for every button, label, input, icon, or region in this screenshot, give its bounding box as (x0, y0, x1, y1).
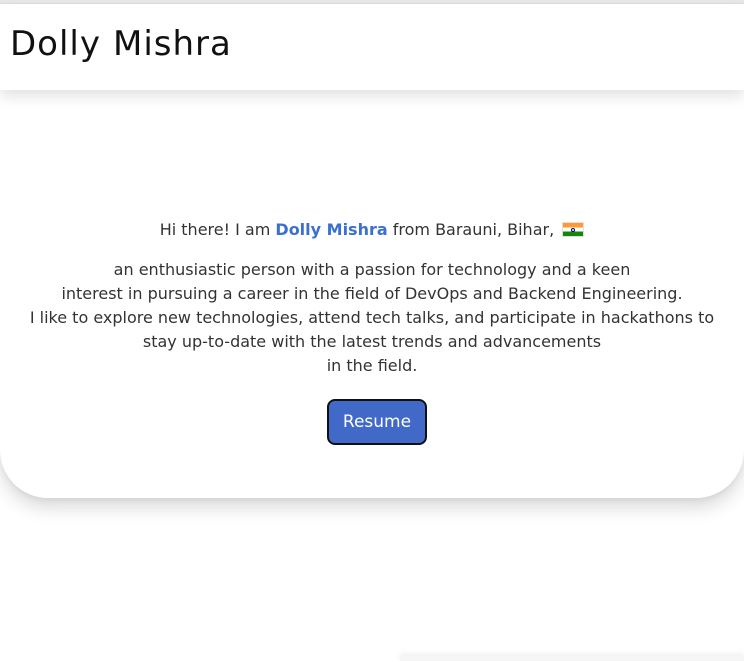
greeting-text: Hi there! I am (159, 220, 271, 239)
bio-line: in the field. (326, 356, 418, 375)
bio-line: stay up-to-date with the latest trends a… (142, 332, 602, 351)
brand-first-name: Dolly (10, 24, 101, 64)
bio-paragraph: an enthusiastic person with a passion fo… (20, 258, 724, 378)
navbar: Dolly Mishra (0, 4, 744, 90)
bio-line: interest in pursuing a career in the fie… (61, 284, 683, 303)
bio-line: I like to explore new technologies, atte… (29, 308, 715, 327)
bio-line: an enthusiastic person with a passion fo… (113, 260, 631, 279)
location-text: from Barauni, Bihar, (392, 220, 555, 239)
intro-line: Hi there! I am Dolly Mishra from Barauni… (0, 218, 744, 242)
resume-button[interactable]: Resume (327, 399, 427, 445)
brand-last-name: Mishra (113, 24, 232, 64)
name-highlight: Dolly Mishra (275, 220, 388, 239)
brand-logo[interactable]: Dolly Mishra (10, 24, 232, 64)
next-section-edge (400, 656, 744, 661)
india-flag-icon (562, 222, 585, 237)
